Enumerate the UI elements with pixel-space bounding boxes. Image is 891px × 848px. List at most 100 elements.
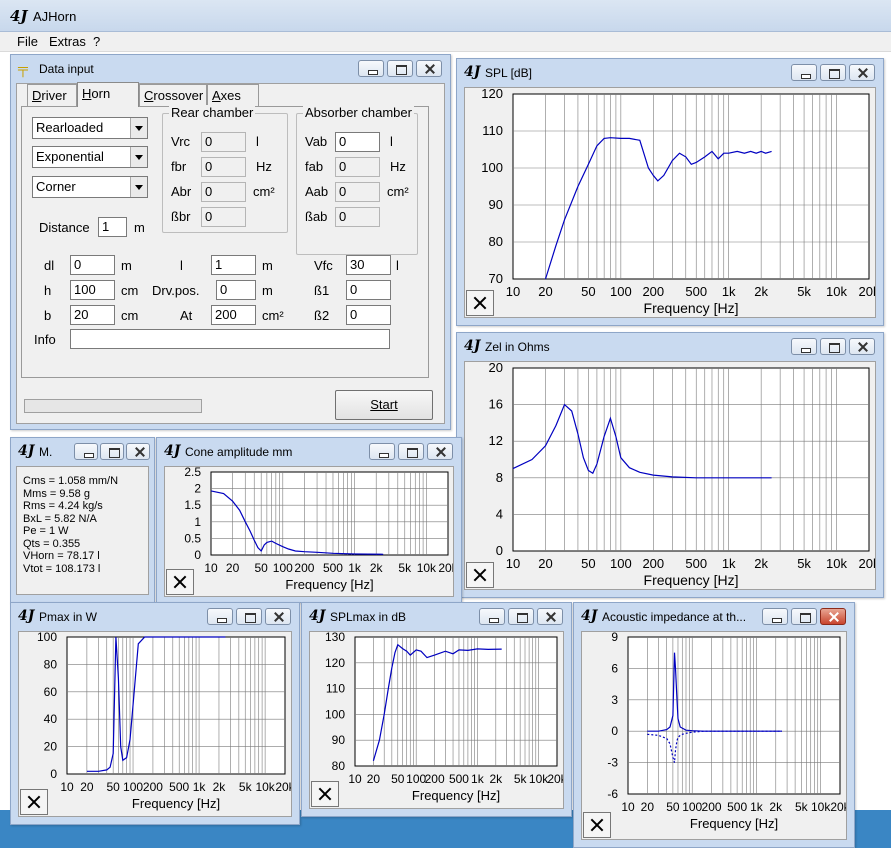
- vfc-field[interactable]: 30: [346, 255, 391, 275]
- info-field[interactable]: [70, 329, 390, 349]
- close-chart-button[interactable]: [466, 562, 494, 588]
- x-axis-label: Frequency [Hz]: [644, 572, 739, 588]
- vfc-label: Vfc: [314, 258, 333, 273]
- minimize-button[interactable]: [762, 608, 788, 625]
- app-titlebar[interactable]: 4J AJHorn: [0, 0, 891, 32]
- bbr-field[interactable]: 0: [201, 207, 246, 227]
- close-button[interactable]: [265, 608, 291, 625]
- x-tick-label: 10k: [255, 780, 275, 794]
- close-button[interactable]: [427, 443, 453, 460]
- dl-unit: m: [121, 258, 132, 273]
- maximize-button[interactable]: [100, 443, 124, 460]
- zel-titlebar[interactable]: 4J Zel in Ohms: [457, 333, 883, 361]
- tab-driver[interactable]: Driver: [27, 84, 77, 106]
- cone-titlebar[interactable]: 4J Cone amplitude mm: [157, 438, 461, 466]
- abr-field[interactable]: 0: [201, 182, 246, 202]
- data-input-body: Driver Horn Crossover Axes Rearloaded Ex…: [16, 82, 445, 424]
- x-tick-label: 500: [323, 561, 343, 575]
- horn-shape-select[interactable]: Exponential: [32, 146, 148, 168]
- menu-file[interactable]: File: [17, 34, 38, 49]
- b-field[interactable]: 20: [70, 305, 115, 325]
- tab-axes[interactable]: Axes: [207, 84, 259, 106]
- y-tick-label: 70: [489, 271, 503, 286]
- x-tick-label: 20: [367, 772, 381, 786]
- param-qts: Qts = 0.355: [23, 537, 81, 550]
- distance-field[interactable]: 1: [98, 217, 127, 237]
- vrc-label: Vrc: [171, 134, 191, 149]
- spl-window: 4J SPL [dB] 120 110 100 90 80 70 10 20 50 100 200 5…: [456, 58, 884, 326]
- close-chart-button[interactable]: [20, 789, 48, 815]
- close-button[interactable]: [416, 60, 442, 77]
- splmax-titlebar[interactable]: 4J SPLmax in dB: [302, 603, 571, 631]
- maximize-button[interactable]: [236, 608, 262, 625]
- vrc-field[interactable]: 0: [201, 132, 246, 152]
- close-button[interactable]: [126, 443, 150, 460]
- maximize-button[interactable]: [398, 443, 424, 460]
- zel-window: 4J Zel in Ohms 20 16 12 8 4 0 10 20 50 100 200 500 1…: [456, 332, 884, 598]
- dl-field[interactable]: 0: [70, 255, 115, 275]
- beta1-label: ß1: [314, 283, 330, 298]
- tab-horn[interactable]: Horn: [77, 82, 139, 107]
- y-tick-label: 0: [496, 543, 503, 558]
- at-field[interactable]: 200: [211, 305, 256, 325]
- close-button[interactable]: [537, 608, 563, 625]
- close-chart-button[interactable]: [311, 781, 339, 807]
- close-button[interactable]: [849, 64, 875, 81]
- maximize-button[interactable]: [387, 60, 413, 77]
- close-button[interactable]: [820, 608, 846, 625]
- start-button-label: Start: [370, 397, 398, 412]
- maximize-button[interactable]: [820, 64, 846, 81]
- data-input-titlebar[interactable]: ╤ Data input: [11, 55, 450, 83]
- close-chart-button[interactable]: [583, 812, 611, 838]
- acoustic-body: 9 6 3 0 -3 -610 20 50100200 5001k 2k 5k10k20k Frequ…: [581, 631, 847, 840]
- y-tick-label: 6: [611, 661, 618, 675]
- rear-chamber-title: Rear chamber: [169, 105, 256, 120]
- menu-extras[interactable]: Extras: [49, 34, 86, 49]
- maximize-button[interactable]: [791, 608, 817, 625]
- aab-field[interactable]: 0: [335, 182, 380, 202]
- y-tick-label: 120: [481, 88, 503, 101]
- splmax-body: 130 120 110 100 90 80 10 20 50 100 200 500 1k 2k 5k 10k…: [309, 631, 564, 809]
- h-field[interactable]: 100: [70, 280, 115, 300]
- driver-params-titlebar[interactable]: 4J M.: [11, 438, 154, 466]
- spl-titlebar[interactable]: 4J SPL [dB]: [457, 59, 883, 87]
- app-title: AJHorn: [33, 9, 77, 24]
- pmax-titlebar[interactable]: 4J Pmax in W: [11, 603, 299, 631]
- cone-body: 2.5 2 1.5 1 0.5 010 20 50 100200 500 1k 2k 5k 10k20k F…: [164, 466, 454, 597]
- close-chart-button[interactable]: [466, 290, 494, 316]
- x-tick-label: 10k: [417, 561, 437, 575]
- x-tick-label: 2k: [489, 772, 503, 786]
- y-tick-label: 9: [611, 632, 618, 644]
- tab-crossover[interactable]: Crossover: [139, 84, 207, 106]
- minimize-button[interactable]: [74, 443, 98, 460]
- placement-select[interactable]: Corner: [32, 176, 148, 198]
- acoustic-titlebar[interactable]: 4J Acoustic impedance at th...: [574, 603, 854, 631]
- plot-area: [512, 93, 870, 280]
- minimize-button[interactable]: [791, 64, 817, 81]
- vab-field[interactable]: 0: [335, 132, 380, 152]
- y-tick-label: 12: [489, 433, 503, 448]
- fbr-field[interactable]: 0: [201, 157, 246, 177]
- minimize-button[interactable]: [369, 443, 395, 460]
- horn-load-select[interactable]: Rearloaded: [32, 117, 148, 139]
- distance-label: Distance: [39, 220, 90, 235]
- close-chart-button[interactable]: [166, 569, 194, 595]
- vab-unit: l: [390, 134, 393, 149]
- minimize-button[interactable]: [207, 608, 233, 625]
- maximize-button[interactable]: [820, 338, 846, 355]
- chevron-down-icon: [135, 126, 143, 131]
- l-field[interactable]: 1: [211, 255, 256, 275]
- beta1-field[interactable]: 0: [346, 280, 391, 300]
- drvpos-field[interactable]: 0: [216, 280, 256, 300]
- x-tick-label: 1k: [722, 556, 736, 571]
- beta2-field[interactable]: 0: [346, 305, 391, 325]
- menu-help[interactable]: ?: [93, 34, 100, 49]
- bab-field[interactable]: 0: [335, 207, 380, 227]
- minimize-button[interactable]: [358, 60, 384, 77]
- minimize-button[interactable]: [479, 608, 505, 625]
- maximize-button[interactable]: [508, 608, 534, 625]
- fab-field[interactable]: 0: [335, 157, 380, 177]
- start-button[interactable]: Start: [335, 390, 433, 420]
- close-button[interactable]: [849, 338, 875, 355]
- minimize-button[interactable]: [791, 338, 817, 355]
